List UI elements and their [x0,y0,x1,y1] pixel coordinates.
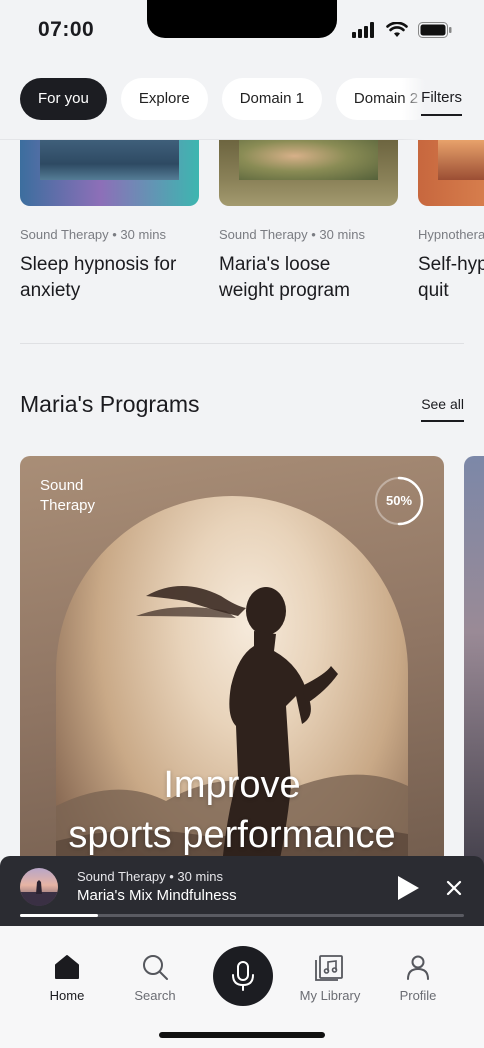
tab-search-label: Search [134,988,176,1003]
program-title: Improve sports performance [20,760,444,860]
card-meta: Sound Therapy • 30 mins [20,227,166,242]
program-title-line1: Improve [163,764,301,806]
tab-search[interactable]: Search [115,950,195,1003]
mini-player-meta: Sound Therapy • 30 mins [77,869,223,884]
microphone-icon [232,961,254,991]
library-icon [315,955,343,981]
progress-percent: 50% [385,493,413,508]
program-card[interactable]: Sound Therapy 50% Improve sports perform… [20,456,444,896]
mini-player-progress-fill [20,914,98,917]
mini-player-progress[interactable] [20,914,464,917]
tab-home[interactable]: Home [27,950,107,1003]
section-title: Maria's Programs [20,391,200,417]
chip-domain-1[interactable]: Domain 1 [221,78,322,120]
status-time: 07:00 [38,18,95,41]
card-thumbnail [219,140,398,206]
card-meta: Sound Therapy • 30 mins [219,227,365,242]
chip-explore[interactable]: Explore [120,78,208,120]
mini-player[interactable]: Sound Therapy • 30 mins Maria's Mix Mind… [0,856,484,926]
tab-profile-label: Profile [399,988,437,1003]
card-title: Maria's loose weight program [219,254,350,301]
filters-button[interactable]: Filters [421,89,462,116]
tab-home-label: Home [49,988,85,1003]
status-icons [352,22,452,38]
app-screen: 07:00 For you Explore Domain 1 Domain 2 … [0,0,484,1048]
next-program-card[interactable] [464,456,484,896]
recent-card[interactable]: Sound Therapy • 30 mins Sleep hypnosis f… [20,140,199,304]
chips-scroll: For you Explore Domain 1 Domain 2 [20,78,437,120]
profile-icon [407,955,429,980]
mini-player-title: Maria's Mix Mindfulness [77,887,237,904]
program-title-line2: sports performance [68,814,396,856]
mini-player-thumbnail [20,868,58,906]
section-divider [20,343,464,344]
recent-cards-row: Sound Therapy • 30 mins Sleep hypnosis f… [20,140,484,320]
recent-card[interactable]: Sound Therapy • 30 mins Maria's loose we… [219,140,398,304]
card-title: Self-hypnosis for quit [418,254,484,301]
filter-chips-bar: For you Explore Domain 1 Domain 2 Filter… [0,64,484,140]
bottom-tab-bar: Home Search My Library Profile [0,926,484,1048]
tab-my-library[interactable]: My Library [290,950,370,1003]
status-bar: 07:00 [0,0,484,64]
camera-notch [147,0,337,38]
recent-card[interactable]: Hypnotherapy Self-hypnosis for quit [418,140,484,304]
card-meta: Hypnotherapy [418,227,484,242]
tab-my-library-label: My Library [299,988,361,1003]
home-icon [55,955,79,979]
card-title: Sleep hypnosis for anxiety [20,254,177,301]
play-icon[interactable] [396,875,420,901]
search-icon [143,955,168,980]
battery-icon [418,22,452,38]
close-icon[interactable] [444,878,464,898]
see-all-link[interactable]: See all [421,396,464,422]
home-indicator [159,1032,325,1038]
cellular-signal-icon [352,22,374,38]
card-thumbnail [20,140,199,206]
program-category: Sound Therapy [40,477,96,514]
card-thumbnail [418,140,484,206]
chip-for-you[interactable]: For you [20,78,107,120]
wifi-icon [386,22,408,37]
voice-button[interactable] [213,946,273,1006]
tab-profile[interactable]: Profile [378,950,458,1003]
